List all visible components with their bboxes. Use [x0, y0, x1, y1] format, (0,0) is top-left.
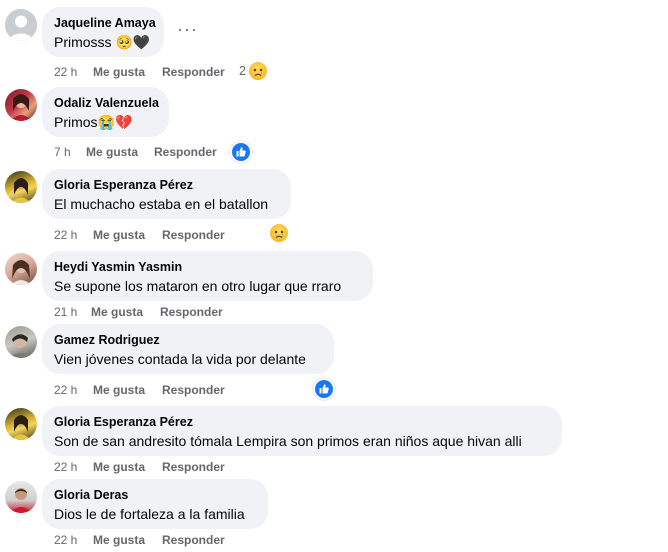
like-button[interactable]: Me gusta — [91, 304, 143, 320]
avatar[interactable] — [5, 171, 37, 203]
comment-time[interactable]: 22 h — [54, 459, 77, 475]
comment-time[interactable]: 22 h — [54, 532, 77, 548]
like-button[interactable]: Me gusta — [93, 532, 145, 548]
reply-button[interactable]: Responder — [162, 64, 225, 80]
avatar[interactable] — [5, 253, 37, 285]
comment-text: Primosss 🥺🖤 — [54, 34, 151, 50]
like-button[interactable]: Me gusta — [93, 64, 145, 80]
reply-button[interactable]: Responder — [162, 227, 225, 243]
reply-button[interactable]: Responder — [160, 304, 223, 320]
comment-bubble: Gloria Esperanza Pérez El muchacho estab… — [42, 169, 291, 219]
comment-author[interactable]: Gloria Esperanza Pérez — [54, 414, 550, 430]
like-button[interactable]: Me gusta — [93, 459, 145, 475]
comment-time[interactable]: 22 h — [54, 382, 77, 398]
avatar[interactable] — [5, 89, 37, 121]
comment-bubble: Odaliz Valenzuela Primos😭💔 — [42, 87, 169, 137]
comment-bubble: Gamez Rodriguez Vien jóvenes contada la … — [42, 324, 334, 374]
comment-time[interactable]: 7 h — [54, 144, 71, 160]
comment-text: Dios le de fortaleza a la familia — [54, 506, 245, 522]
reply-button[interactable]: Responder — [162, 532, 225, 548]
avatar[interactable] — [5, 326, 37, 358]
reaction-count[interactable]: 2 — [239, 64, 246, 78]
reply-button[interactable]: Responder — [154, 144, 217, 160]
comment-author[interactable]: Heydi Yasmin Yasmin — [54, 259, 361, 275]
comment-time[interactable]: 21 h — [54, 304, 77, 320]
like-button[interactable]: Me gusta — [86, 144, 138, 160]
comment-bubble: Gloria Deras Dios le de fortaleza a la f… — [42, 479, 268, 529]
sad-reaction-icon[interactable] — [270, 224, 288, 242]
comment-text: Son de san andresito tómala Lempira son … — [54, 433, 522, 449]
comment-author[interactable]: Gloria Esperanza Pérez — [54, 177, 279, 193]
comment-author[interactable]: Gamez Rodriguez — [54, 332, 322, 348]
comment-author[interactable]: Gloria Deras — [54, 487, 256, 503]
more-options-button[interactable]: ··· — [177, 19, 198, 40]
comment-text: Primos😭💔 — [54, 114, 133, 130]
reply-button[interactable]: Responder — [162, 459, 225, 475]
comment-author[interactable]: Jaqueline Amaya — [54, 15, 156, 31]
like-reaction-icon[interactable] — [313, 378, 335, 400]
like-reaction-icon[interactable] — [230, 141, 252, 163]
comment-text: Se supone los mataron en otro lugar que … — [54, 278, 342, 294]
default-avatar-icon — [5, 9, 37, 41]
reply-button[interactable]: Responder — [162, 382, 225, 398]
comment-time[interactable]: 22 h — [54, 227, 77, 243]
avatar[interactable] — [5, 408, 37, 440]
comment-bubble: Heydi Yasmin Yasmin Se supone los mataro… — [42, 251, 373, 301]
comment-text: El muchacho estaba en el batallon — [54, 196, 269, 212]
avatar[interactable] — [5, 9, 37, 41]
comment-bubble: Jaqueline Amaya Primosss 🥺🖤 — [42, 7, 164, 57]
like-button[interactable]: Me gusta — [93, 382, 145, 398]
comment-author[interactable]: Odaliz Valenzuela — [54, 95, 159, 111]
comment-time[interactable]: 22 h — [54, 64, 77, 80]
comment-text: Vien jóvenes contada la vida por delante — [54, 351, 306, 367]
comment-bubble: Gloria Esperanza Pérez Son de san andres… — [42, 406, 562, 456]
sad-reaction-icon[interactable] — [249, 62, 267, 80]
avatar[interactable] — [5, 481, 37, 513]
like-button[interactable]: Me gusta — [93, 227, 145, 243]
